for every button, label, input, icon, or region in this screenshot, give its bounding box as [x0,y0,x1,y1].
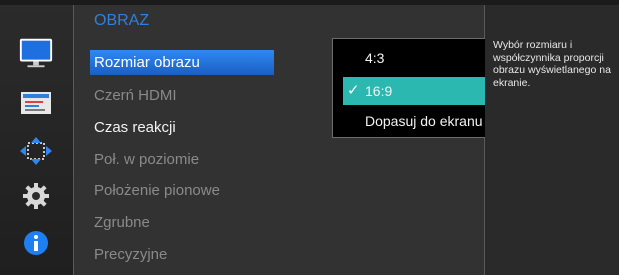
menu-item-h-position[interactable]: Poł. w poziomie [90,147,274,172]
information-icon[interactable] [18,225,54,261]
help-text: Wybór rozmiaru i współczynnika proporcji… [493,39,611,89]
menu-item-picture-size[interactable]: Rozmiar obrazu [90,50,274,75]
onscreen-display-icon[interactable] [18,85,54,121]
menu-item-v-position[interactable]: Położenie pionowe [90,178,274,203]
settings-gear-icon[interactable] [18,178,54,214]
osd-category-sidebar [0,5,73,275]
picture-menu-panel: OBRAZ Rozmiar obrazu Czerń HDMI Czas rea… [73,5,544,275]
menu-item-hdmi-black-level[interactable]: Czerń HDMI [90,83,274,108]
menu-item-response-time[interactable]: Czas reakcji [90,115,274,140]
option-label: 4:3 [365,50,385,66]
menu-title: OBRAZ [94,12,150,29]
position-arrows-icon[interactable] [18,133,54,169]
option-label: 16:9 [365,83,393,99]
menu-item-coarse[interactable]: Zgrubne [90,210,274,235]
help-panel: Wybór rozmiaru i współczynnika proporcji… [485,5,619,275]
picture-monitor-icon[interactable] [18,35,54,71]
checkmark-icon: ✓ [347,82,360,99]
option-label: Dopasuj do ekranu [365,113,483,129]
menu-item-fine[interactable]: Precyzyjne [90,242,274,267]
